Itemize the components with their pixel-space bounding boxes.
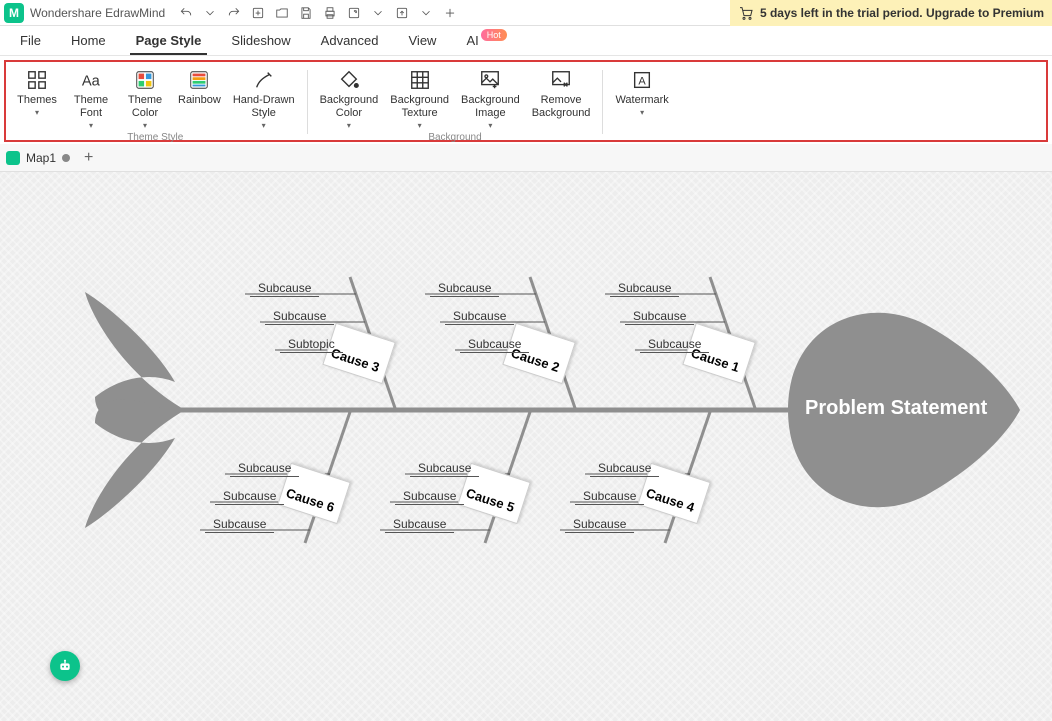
- paint-bucket-icon: [338, 68, 360, 92]
- group-caption-background: Background: [428, 132, 481, 143]
- chevron-down-icon: ▾: [347, 121, 351, 130]
- new-button[interactable]: [247, 2, 269, 24]
- menu-bar: File Home Page Style Slideshow Advanced …: [0, 26, 1052, 56]
- tab-view[interactable]: View: [409, 26, 437, 55]
- node-subtopic[interactable]: Subtopic: [280, 336, 343, 353]
- save-button[interactable]: [295, 2, 317, 24]
- chevron-down-icon: ▾: [89, 121, 93, 130]
- hand-drawn-button[interactable]: Hand-Drawn Style ▾: [229, 66, 299, 132]
- chevron-down-icon: ▾: [143, 121, 147, 130]
- tab-advanced[interactable]: Advanced: [321, 26, 379, 55]
- rainbow-icon: [188, 68, 210, 92]
- doc-tab-map1[interactable]: Map1: [6, 151, 70, 165]
- title-bar: M Wondershare EdrawMind 5 days left in t…: [0, 0, 1052, 26]
- rainbow-button[interactable]: Rainbow: [174, 66, 225, 132]
- undo-button[interactable]: [175, 2, 197, 24]
- tab-file[interactable]: File: [20, 26, 41, 55]
- font-icon: Aa: [80, 68, 102, 92]
- trial-banner[interactable]: 5 days left in the trial period. Upgrade…: [730, 0, 1052, 26]
- theme-font-button[interactable]: Aa Theme Font ▾: [66, 66, 116, 132]
- cart-icon: [738, 5, 754, 21]
- themes-button[interactable]: Themes ▾: [12, 66, 62, 132]
- node-subcause[interactable]: Subcause: [395, 488, 464, 505]
- tab-slideshow[interactable]: Slideshow: [231, 26, 290, 55]
- node-subcause[interactable]: Subcause: [640, 336, 709, 353]
- doc-icon: [6, 151, 20, 165]
- watermark-button[interactable]: A Watermark ▾: [611, 66, 672, 119]
- node-subcause[interactable]: Subcause: [230, 460, 299, 477]
- ribbon: Themes ▾ Aa Theme Font ▾ Theme Color ▾ R…: [4, 60, 1048, 142]
- node-subcause[interactable]: Subcause: [460, 336, 529, 353]
- remove-image-icon: [550, 68, 572, 92]
- node-subcause[interactable]: Subcause: [430, 280, 499, 297]
- canvas[interactable]: Problem Statement Cause 3 Cause 2 Cause …: [0, 172, 1052, 721]
- share-dropdown[interactable]: [415, 2, 437, 24]
- node-subcause[interactable]: Subcause: [445, 308, 514, 325]
- background-texture-button[interactable]: Background Texture ▾: [386, 66, 453, 132]
- hot-badge: Hot: [481, 29, 507, 41]
- redo-button[interactable]: [223, 2, 245, 24]
- tab-ai[interactable]: AIHot: [466, 26, 506, 55]
- node-subcause[interactable]: Subcause: [590, 460, 659, 477]
- open-button[interactable]: [271, 2, 293, 24]
- watermark-icon: A: [631, 68, 653, 92]
- document-tabs: Map1 +: [0, 144, 1052, 172]
- chevron-down-icon: ▾: [488, 121, 492, 130]
- node-subcause[interactable]: Subcause: [385, 516, 454, 533]
- chevron-down-icon: ▾: [35, 108, 39, 117]
- trial-text: 5 days left in the trial period. Upgrade…: [760, 6, 1044, 20]
- quick-access-toolbar: [175, 2, 461, 24]
- node-problem-statement[interactable]: Problem Statement: [805, 397, 987, 420]
- chat-assistant-button[interactable]: [50, 651, 80, 681]
- node-subcause[interactable]: Subcause: [250, 280, 319, 297]
- tab-page-style[interactable]: Page Style: [136, 26, 202, 55]
- fishbone-diagram: [0, 172, 1052, 721]
- background-image-button[interactable]: Background Image ▾: [457, 66, 524, 132]
- color-palette-icon: [134, 68, 156, 92]
- node-subcause[interactable]: Subcause: [205, 516, 274, 533]
- print-button[interactable]: [319, 2, 341, 24]
- node-subcause[interactable]: Subcause: [565, 516, 634, 533]
- qat-customize[interactable]: [439, 2, 461, 24]
- group-caption-theme-style: Theme Style: [127, 132, 183, 143]
- image-icon: [479, 68, 501, 92]
- brush-icon: [253, 68, 275, 92]
- texture-icon: [409, 68, 431, 92]
- export-dropdown[interactable]: [367, 2, 389, 24]
- app-logo-icon: M: [4, 3, 24, 23]
- ribbon-group-background: Background Color ▾ Background Texture ▾ …: [316, 66, 595, 138]
- ribbon-container: Themes ▾ Aa Theme Font ▾ Theme Color ▾ R…: [0, 56, 1052, 144]
- ribbon-divider: [307, 70, 308, 134]
- add-tab-button[interactable]: +: [80, 149, 97, 167]
- theme-color-button[interactable]: Theme Color ▾: [120, 66, 170, 132]
- node-subcause[interactable]: Subcause: [215, 488, 284, 505]
- chevron-down-icon: ▾: [262, 121, 266, 130]
- share-button[interactable]: [391, 2, 413, 24]
- svg-text:A: A: [638, 76, 646, 88]
- node-subcause[interactable]: Subcause: [575, 488, 644, 505]
- export-button[interactable]: [343, 2, 365, 24]
- svg-text:Aa: Aa: [82, 74, 101, 90]
- chevron-down-icon: ▾: [418, 121, 422, 130]
- node-subcause[interactable]: Subcause: [265, 308, 334, 325]
- themes-icon: [26, 68, 48, 92]
- node-subcause[interactable]: Subcause: [410, 460, 479, 477]
- tab-home[interactable]: Home: [71, 26, 106, 55]
- ribbon-divider: [602, 70, 603, 134]
- ribbon-group-theme-style: Themes ▾ Aa Theme Font ▾ Theme Color ▾ R…: [12, 66, 299, 138]
- undo-dropdown[interactable]: [199, 2, 221, 24]
- background-color-button[interactable]: Background Color ▾: [316, 66, 383, 132]
- ribbon-group-watermark: A Watermark ▾: [611, 66, 672, 138]
- app-name: Wondershare EdrawMind: [30, 6, 165, 20]
- node-subcause[interactable]: Subcause: [610, 280, 679, 297]
- remove-background-button[interactable]: Remove Background: [528, 66, 595, 132]
- node-subcause[interactable]: Subcause: [625, 308, 694, 325]
- robot-icon: [57, 658, 73, 674]
- unsaved-indicator-icon: [62, 154, 70, 162]
- chevron-down-icon: ▾: [640, 108, 644, 117]
